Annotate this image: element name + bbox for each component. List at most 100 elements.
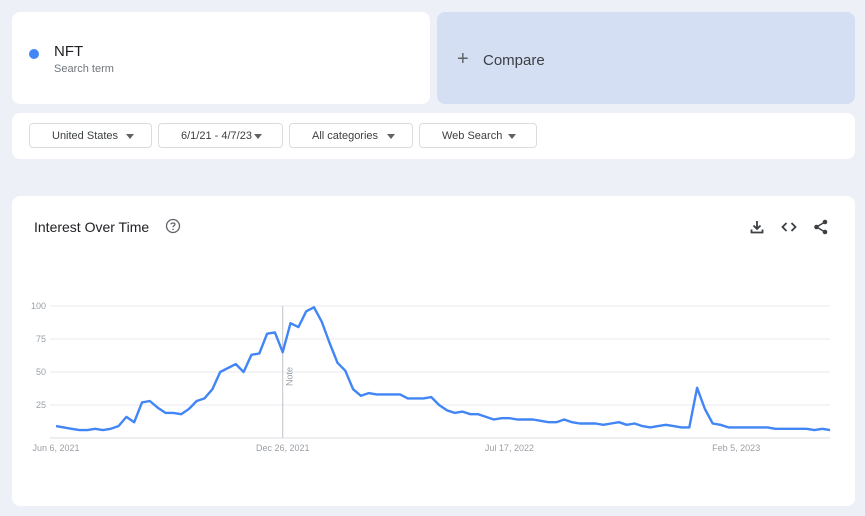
compare-button[interactable]: + Compare (437, 12, 855, 104)
data-point[interactable] (805, 427, 809, 431)
data-point[interactable] (765, 425, 769, 429)
data-point[interactable] (70, 427, 74, 431)
data-point[interactable] (382, 392, 386, 396)
data-point[interactable] (547, 420, 551, 424)
data-point[interactable] (781, 427, 785, 431)
data-point[interactable] (609, 421, 613, 425)
data-point[interactable] (320, 320, 324, 324)
data-point[interactable] (453, 411, 457, 415)
data-point[interactable] (672, 424, 676, 428)
data-point[interactable] (703, 407, 707, 411)
data-point[interactable] (156, 406, 160, 410)
data-point[interactable] (500, 416, 504, 420)
data-point[interactable] (93, 427, 97, 431)
data-point[interactable] (304, 309, 308, 313)
data-point[interactable] (437, 403, 441, 407)
data-point[interactable] (664, 423, 668, 427)
data-point[interactable] (296, 325, 300, 329)
data-point[interactable] (62, 425, 66, 429)
note-label[interactable]: Note (285, 367, 295, 386)
data-point[interactable] (328, 341, 332, 345)
data-point[interactable] (719, 423, 723, 427)
data-point[interactable] (789, 427, 793, 431)
data-point[interactable] (265, 332, 269, 336)
data-point[interactable] (562, 418, 566, 422)
data-point[interactable] (171, 411, 175, 415)
data-point[interactable] (601, 423, 605, 427)
data-point[interactable] (242, 370, 246, 374)
data-point[interactable] (679, 425, 683, 429)
data-point[interactable] (484, 415, 488, 419)
data-point[interactable] (742, 425, 746, 429)
data-point[interactable] (281, 350, 285, 354)
filter-search-type-dropdown[interactable]: Web Search (419, 123, 537, 148)
filter-category-dropdown[interactable]: All categories (289, 123, 413, 148)
data-point[interactable] (414, 396, 418, 400)
data-point[interactable] (750, 425, 754, 429)
data-point[interactable] (210, 387, 214, 391)
data-point[interactable] (187, 407, 191, 411)
data-point[interactable] (351, 387, 355, 391)
data-point[interactable] (617, 420, 621, 424)
data-point[interactable] (77, 428, 81, 432)
data-point[interactable] (625, 423, 629, 427)
data-point[interactable] (726, 425, 730, 429)
data-point[interactable] (531, 418, 535, 422)
data-point[interactable] (54, 424, 58, 428)
data-point[interactable] (406, 396, 410, 400)
data-point[interactable] (429, 395, 433, 399)
data-point[interactable] (711, 421, 715, 425)
data-point[interactable] (476, 412, 480, 416)
search-term-card[interactable]: NFT Search term (12, 12, 430, 104)
data-point[interactable] (289, 321, 293, 325)
data-point[interactable] (226, 366, 230, 370)
data-point[interactable] (468, 412, 472, 416)
data-point[interactable] (257, 352, 261, 356)
filter-date-range-dropdown[interactable]: 6/1/21 - 4/7/23 (158, 123, 283, 148)
data-point[interactable] (445, 408, 449, 412)
data-point[interactable] (124, 415, 128, 419)
data-point[interactable] (85, 428, 89, 432)
data-point[interactable] (734, 425, 738, 429)
data-point[interactable] (515, 418, 519, 422)
data-point[interactable] (398, 392, 402, 396)
search-term-name[interactable]: NFT (54, 43, 83, 60)
data-point[interactable] (492, 418, 496, 422)
data-point[interactable] (773, 427, 777, 431)
data-point[interactable] (640, 424, 644, 428)
data-point[interactable] (218, 370, 222, 374)
data-point[interactable] (179, 412, 183, 416)
data-point[interactable] (820, 427, 824, 431)
data-point[interactable] (461, 410, 465, 414)
data-point[interactable] (203, 396, 207, 400)
data-point[interactable] (375, 392, 379, 396)
data-point[interactable] (648, 425, 652, 429)
data-point[interactable] (390, 392, 394, 396)
data-point[interactable] (554, 420, 558, 424)
data-point[interactable] (539, 419, 543, 423)
data-point[interactable] (359, 394, 363, 398)
data-point[interactable] (163, 411, 167, 415)
data-point[interactable] (109, 427, 113, 431)
data-point[interactable] (523, 418, 527, 422)
data-point[interactable] (148, 399, 152, 403)
data-point[interactable] (687, 425, 691, 429)
data-point[interactable] (312, 305, 316, 309)
data-point[interactable] (421, 396, 425, 400)
data-point[interactable] (343, 369, 347, 373)
data-point[interactable] (507, 416, 511, 420)
data-point[interactable] (828, 428, 832, 432)
data-point[interactable] (633, 421, 637, 425)
data-point[interactable] (758, 425, 762, 429)
data-point[interactable] (249, 353, 253, 357)
data-point[interactable] (132, 420, 136, 424)
data-point[interactable] (335, 361, 339, 365)
data-point[interactable] (656, 424, 660, 428)
data-point[interactable] (593, 421, 597, 425)
filter-region-dropdown[interactable]: United States (29, 123, 152, 148)
data-point[interactable] (195, 399, 199, 403)
data-point[interactable] (101, 428, 105, 432)
data-point[interactable] (234, 362, 238, 366)
data-point[interactable] (812, 428, 816, 432)
data-point[interactable] (273, 330, 277, 334)
